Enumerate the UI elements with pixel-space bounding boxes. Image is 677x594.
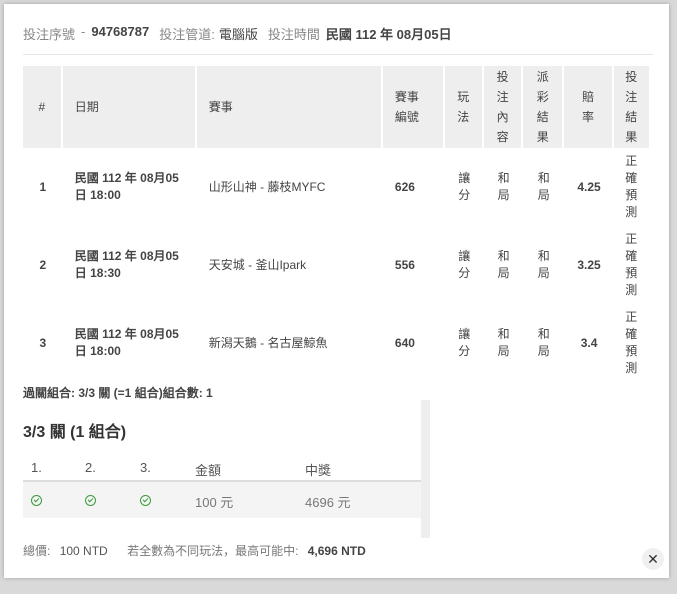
row-date: 民國 112 年 08月05日 18:30	[74, 249, 179, 280]
bets-table: # 日期 賽事 賽事編號 玩法 投注內容 派彩結果 賠率 投注結果 1 民國 1…	[23, 66, 649, 382]
col-header-num: #	[23, 66, 63, 148]
row-play: 讓分	[458, 327, 471, 358]
row-match: 山形山神 - 藤枝MYFC	[208, 179, 326, 194]
table-header-row: # 日期 賽事 賽事編號 玩法 投注內容 派彩結果 賠率 投注結果	[23, 66, 649, 148]
bet-detail-modal: 投注序號 - 94768787 投注管道: 電腦版 投注時間 民國 112 年 …	[4, 4, 669, 578]
row-result: 正確預測	[625, 310, 638, 375]
row-match-id: 556	[394, 257, 415, 272]
close-icon: ✕	[647, 551, 659, 567]
max-value: 4,696 NTD	[307, 544, 366, 558]
total-value: 100 NTD	[59, 544, 108, 558]
row-num: 2	[39, 257, 47, 272]
row-date: 民國 112 年 08月05日 18:00	[74, 171, 179, 202]
table-row: 2 民國 112 年 08月05日 18:30 天安城 - 釜山Ipark 55…	[23, 226, 649, 304]
row-odds: 4.25	[577, 179, 601, 194]
time-label: 投注時間	[267, 27, 320, 42]
row-date: 民國 112 年 08月05日 18:00	[74, 327, 179, 358]
row-play: 讓分	[458, 249, 471, 280]
combo-col-2: 2.	[85, 460, 96, 475]
channel-value: 電腦版	[218, 27, 258, 42]
table-row: 3 民國 112 年 08月05日 18:00 新潟天鵝 - 名古屋鯨魚 640…	[23, 304, 649, 382]
combo-header-row: 1. 2. 3. 金額 中獎	[23, 454, 421, 482]
check-icon	[85, 494, 96, 509]
combo-win: 4696 元	[305, 495, 351, 510]
row-content: 和局	[497, 249, 510, 280]
row-payout: 和局	[537, 249, 550, 280]
combo-col-1: 1.	[31, 460, 42, 475]
bet-header: 投注序號 - 94768787 投注管道: 電腦版 投注時間 民國 112 年 …	[23, 24, 653, 55]
table-row: 1 民國 112 年 08月05日 18:00 山形山神 - 藤枝MYFC 62…	[23, 148, 649, 226]
row-payout: 和局	[537, 327, 550, 358]
row-num: 3	[39, 335, 47, 350]
total-label: 總價:	[23, 544, 51, 558]
col-header-content: 投注內容	[483, 66, 524, 148]
row-match-id: 626	[394, 179, 415, 194]
combo-row: 100 元 4696 元	[23, 482, 421, 518]
combo-summary: 過關組合: 3/3 關 (=1 組合)組合數: 1	[23, 386, 213, 400]
channel-label: 投注管道:	[159, 27, 215, 42]
row-result: 正確預測	[625, 232, 638, 297]
col-header-date: 日期	[62, 66, 197, 148]
row-odds: 3.4	[580, 335, 598, 350]
row-content: 和局	[497, 171, 510, 202]
check-icon	[140, 494, 151, 509]
time-value: 民國 112 年 08月05日	[325, 27, 452, 42]
col-header-payout: 派彩結果	[523, 66, 565, 148]
check-icon	[31, 494, 42, 509]
serial-separator: -	[81, 24, 86, 39]
col-header-odds: 賠率	[564, 66, 614, 148]
combo-col-win: 中獎	[305, 463, 332, 478]
combo-col-3: 3.	[140, 460, 151, 475]
row-payout: 和局	[537, 171, 550, 202]
serial-value: 94768787	[91, 24, 150, 39]
row-play: 讓分	[458, 171, 471, 202]
footer-summary: 總價: 100 NTD 若全數為不同玩法，最高可能中: 4,696 NTD	[23, 542, 366, 559]
max-label: 若全數為不同玩法，最高可能中:	[127, 544, 299, 558]
combo-panel-scrollbar[interactable]	[421, 400, 430, 538]
col-header-match: 賽事	[196, 66, 383, 148]
combo-panel: 3/3 關 (1 組合) 1. 2. 3. 金額 中獎 100 元 4696 元	[23, 400, 421, 538]
row-num: 1	[39, 179, 47, 194]
combo-amount: 100 元	[195, 495, 234, 510]
serial-label: 投注序號	[23, 27, 76, 42]
row-result: 正確預測	[625, 154, 638, 219]
row-content: 和局	[497, 327, 510, 358]
combo-col-amount: 金額	[195, 463, 222, 478]
close-button[interactable]: ✕	[642, 548, 664, 570]
combo-title: 3/3 關 (1 組合)	[23, 424, 127, 441]
row-match: 天安城 - 釜山Ipark	[208, 257, 307, 272]
row-match-id: 640	[394, 335, 415, 350]
row-match: 新潟天鵝 - 名古屋鯨魚	[208, 335, 328, 350]
col-header-result: 投注結果	[613, 66, 649, 148]
col-header-match-id: 賽事編號	[382, 66, 445, 148]
row-odds: 3.25	[577, 257, 601, 272]
col-header-play: 玩法	[444, 66, 484, 148]
